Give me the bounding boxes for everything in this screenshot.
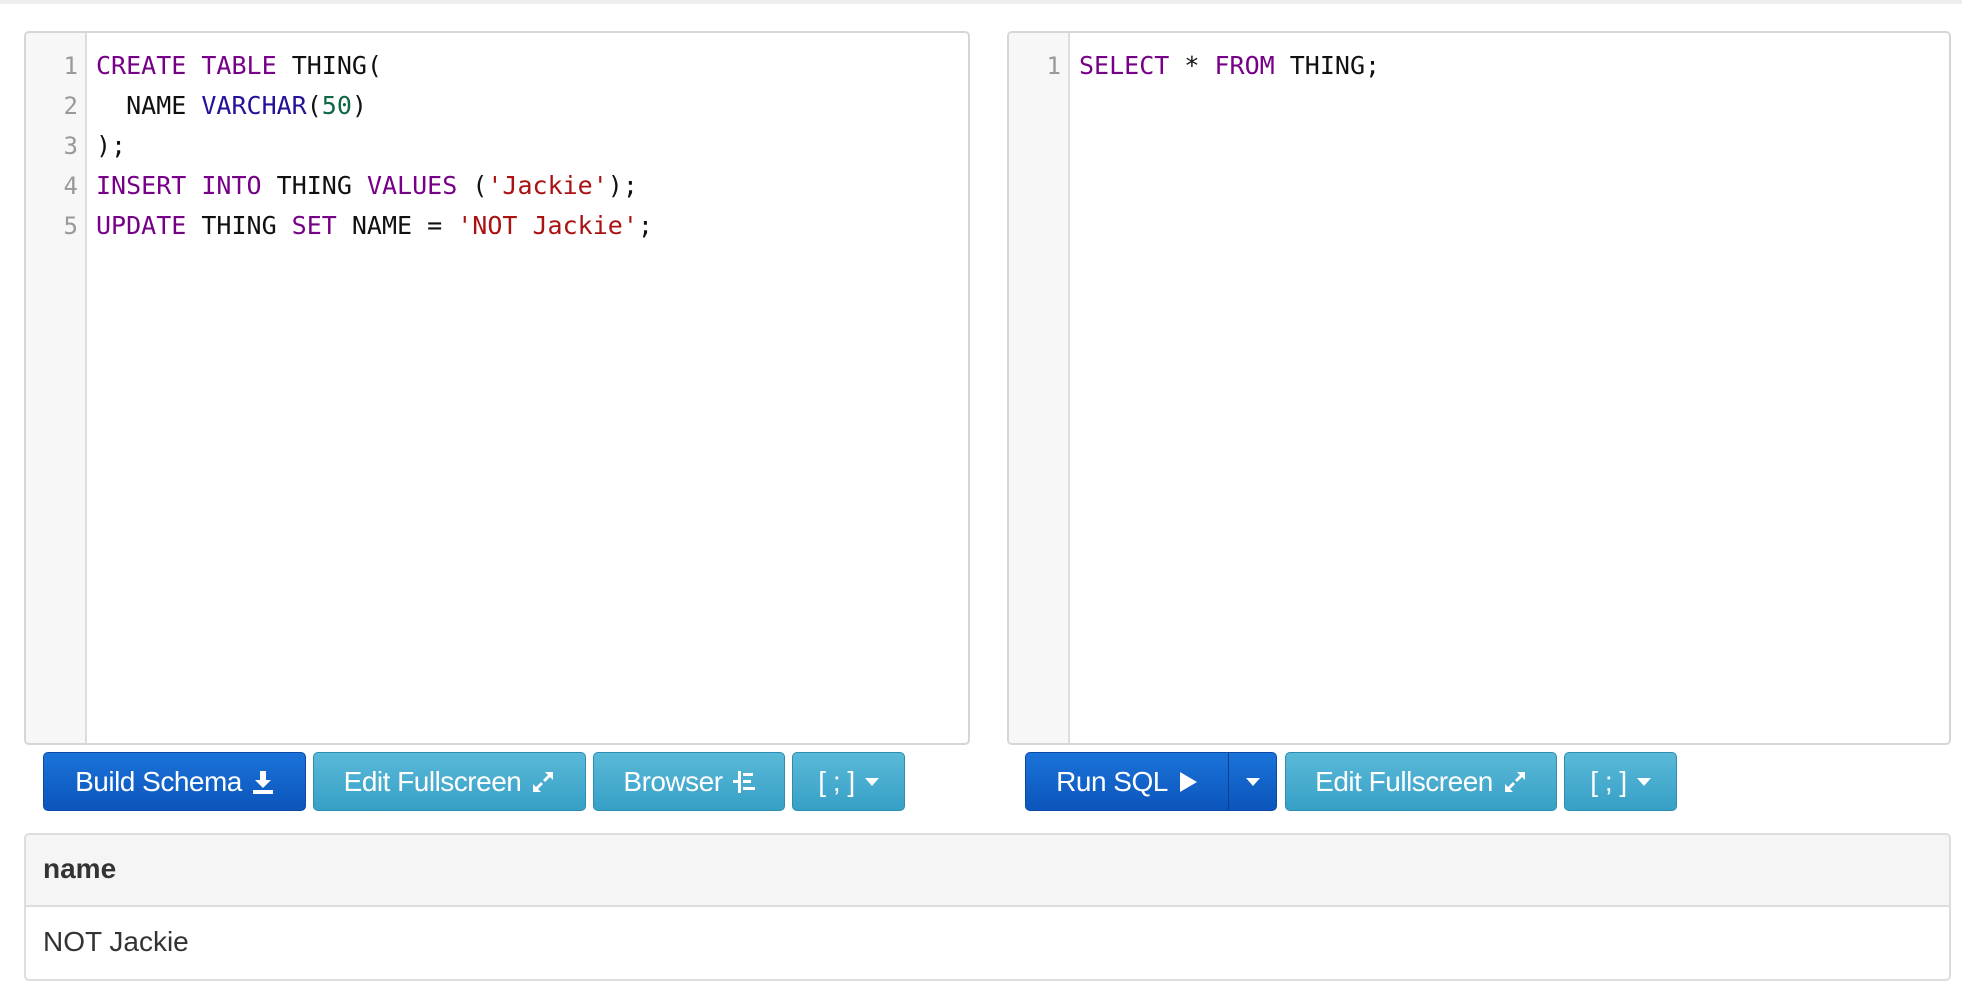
code-line[interactable]: 1 CREATE TABLE THING(: [26, 46, 968, 86]
caret-down-icon: [864, 777, 879, 786]
download-icon: [252, 769, 274, 795]
code-token: (: [457, 171, 488, 200]
line-number: 5: [63, 212, 78, 240]
query-editor[interactable]: 1 SELECT * FROM THING;: [1007, 31, 1951, 745]
code-token: VARCHAR: [201, 91, 307, 120]
code-token: *: [1169, 51, 1215, 80]
code-token: THING: [186, 211, 292, 240]
code-token: FROM: [1214, 51, 1275, 80]
line-number: 4: [63, 172, 78, 200]
code-text: CREATE TABLE THING(: [96, 46, 382, 86]
code-token: VALUES: [366, 171, 458, 200]
query-delimiter-dropdown[interactable]: [ ; ]: [1564, 752, 1677, 811]
table-cell: NOT Jackie: [43, 926, 189, 957]
line-number: 1: [63, 52, 78, 80]
caret-down-icon: [1636, 777, 1651, 786]
code-line[interactable]: 2 NAME VARCHAR(50): [26, 86, 968, 126]
schema-delimiter-label: [ ; ]: [818, 765, 855, 797]
code-token: (: [306, 91, 322, 120]
query-delimiter-label: [ ; ]: [1590, 765, 1627, 797]
code-token: SELECT: [1079, 51, 1170, 80]
query-editor-code[interactable]: 1 SELECT * FROM THING;: [1009, 46, 1949, 86]
code-token: 'NOT Jackie': [457, 211, 638, 240]
code-token: THING: [261, 171, 367, 200]
browser-button[interactable]: Browser: [593, 752, 785, 811]
code-line[interactable]: 3);: [26, 126, 968, 166]
line-number: 3: [63, 132, 78, 160]
build-schema-button[interactable]: Build Schema: [43, 752, 306, 811]
line-number: 1: [1046, 52, 1061, 80]
query-edit-fullscreen-button[interactable]: Edit Fullscreen: [1285, 752, 1557, 811]
code-text: INSERT INTO THING VALUES ('Jackie');: [96, 166, 638, 206]
build-schema-label: Build Schema: [75, 765, 242, 797]
line-number: 2: [63, 92, 78, 120]
caret-down-icon: [1245, 777, 1260, 786]
code-text: );: [96, 126, 126, 166]
schema-edit-fullscreen-button[interactable]: Edit Fullscreen: [313, 752, 586, 811]
schema-delimiter-dropdown[interactable]: [ ; ]: [792, 752, 905, 811]
column-header-name: name: [43, 853, 117, 884]
schema-edit-fullscreen-label: Edit Fullscreen: [343, 765, 522, 797]
schema-editor-code[interactable]: 1 CREATE TABLE THING(2 NAME VARCHAR(50) 3)…: [26, 46, 968, 246]
code-token: THING;: [1274, 51, 1381, 80]
code-line[interactable]: 1 SELECT * FROM THING;: [1009, 46, 1949, 86]
code-text: NAME VARCHAR(50): [96, 86, 367, 126]
query-edit-fullscreen-label: Edit Fullscreen: [1315, 765, 1493, 797]
expand-icon: [531, 770, 555, 794]
code-token: THING(: [276, 51, 382, 80]
code-token: UPDATE: [96, 211, 187, 240]
tree-icon: [732, 770, 755, 794]
top-divider: [0, 0, 1962, 4]
code-token: 50: [321, 91, 352, 120]
code-token: CREATE: [96, 51, 187, 80]
results-table-header: [26, 835, 1949, 907]
browser-label: Browser: [623, 765, 723, 797]
code-token: );: [96, 131, 127, 160]
run-sql-split-button[interactable]: Run SQL: [1025, 752, 1277, 811]
play-icon: [1178, 771, 1198, 793]
run-sql-dropdown-toggle[interactable]: [1228, 752, 1277, 811]
expand-icon: [1503, 770, 1527, 794]
code-text: SELECT * FROM THING;: [1079, 46, 1380, 86]
schema-editor[interactable]: 1 CREATE TABLE THING(2 NAME VARCHAR(50) 3)…: [24, 31, 970, 745]
code-token: ): [351, 91, 367, 120]
code-token: ;: [637, 211, 653, 240]
code-token: NAME =: [336, 211, 458, 240]
code-line[interactable]: 4 INSERT INTO THING VALUES ('Jackie');: [26, 166, 968, 206]
code-text: UPDATE THING SET NAME = 'NOT Jackie';: [96, 206, 653, 246]
query-editor-gutter: [1009, 33, 1070, 743]
code-token: INSERT: [96, 171, 187, 200]
results-table: name NOT Jackie: [24, 833, 1951, 981]
run-sql-label: Run SQL: [1056, 765, 1168, 797]
run-sql-button[interactable]: Run SQL: [1025, 752, 1229, 811]
code-token: );: [607, 171, 638, 200]
code-token: SET: [291, 211, 337, 240]
code-token: 'Jackie': [487, 171, 608, 200]
code-line[interactable]: 5 UPDATE THING SET NAME = 'NOT Jackie';: [26, 206, 968, 246]
code-token: INTO: [201, 171, 262, 200]
code-token: TABLE: [201, 51, 277, 80]
code-token: NAME: [96, 91, 202, 120]
